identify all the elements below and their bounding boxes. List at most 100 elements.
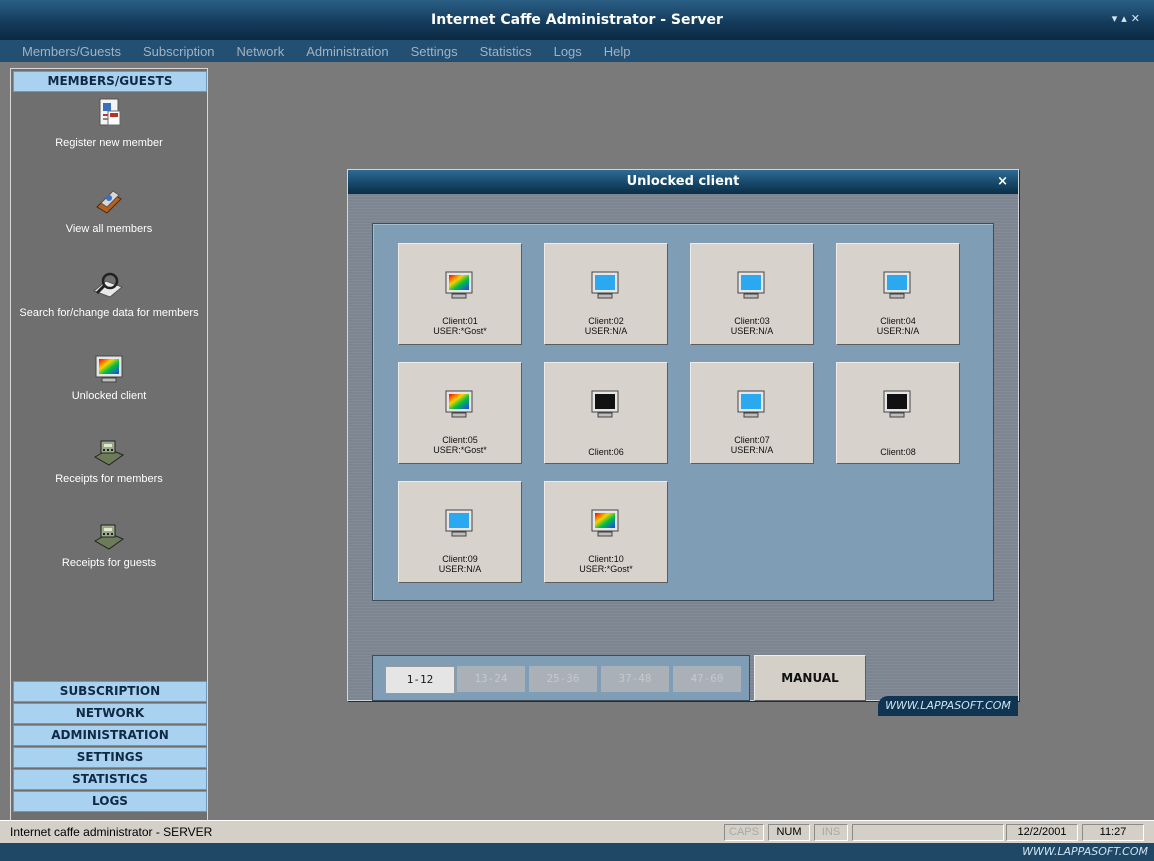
client-name: Client:09 (442, 554, 478, 564)
client-tile-06[interactable]: Client:06 (544, 362, 668, 464)
ins-indicator: INS (814, 824, 848, 841)
menu-settings[interactable]: Settings (411, 44, 458, 59)
page-button-13-24[interactable]: 13-24 (457, 666, 525, 692)
client-name: Client:02 (588, 316, 624, 326)
page-button-25-36[interactable]: 25-36 (529, 666, 597, 692)
sidebar-cat-network[interactable]: NETWORK (13, 703, 207, 724)
client-name: Client:06 (588, 447, 624, 457)
close-icon[interactable]: ✕ (1131, 12, 1144, 25)
page-button-47-60[interactable]: 47-60 (673, 666, 741, 692)
status-bar: Internet caffe administrator - SERVER CA… (0, 820, 1154, 843)
client-user: USER:N/A (584, 326, 628, 336)
minimize-icon[interactable]: ▾ (1112, 12, 1122, 25)
caps-indicator: CAPS (724, 824, 764, 841)
client-name: Client:08 (880, 447, 916, 457)
sidebar-cat-settings[interactable]: SETTINGS (13, 747, 207, 768)
client-user: USER:N/A (438, 564, 482, 574)
sidebar-header[interactable]: MEMBERS/GUESTS (13, 71, 207, 92)
window-controls[interactable]: ▾▴✕ (1112, 12, 1144, 25)
client-tile-04[interactable]: Client:04 USER:N/A (836, 243, 960, 345)
sidebar-item-label: Unlocked client (71, 390, 147, 402)
sidebar-item-label: Search for/change data for members (19, 307, 199, 319)
monitor-icon (591, 390, 619, 418)
window-title: Internet Caffe Administrator - Server (431, 12, 723, 28)
sidebar-item-label: View all members (65, 223, 153, 235)
footer-bar: WWW.LAPPASOFT.COM (0, 843, 1154, 861)
footer-brand: WWW.LAPPASOFT.COM (1022, 845, 1148, 858)
menu-bar: Members/Guests Subscription Network Admi… (0, 40, 1154, 62)
client-tile-05[interactable]: Client:05 USER:*Gost* (398, 362, 522, 464)
sidebar-cat-logs[interactable]: LOGS (13, 791, 207, 812)
dialog-brand: WWW.LAPPASOFT.COM (878, 696, 1018, 716)
members-list-icon (96, 190, 122, 214)
sidebar-item-receipts-members[interactable]: Receipts for members (11, 437, 207, 486)
maximize-icon[interactable]: ▴ (1121, 12, 1131, 25)
monitor-icon (883, 271, 911, 299)
member-card-icon (99, 98, 121, 126)
monitor-icon (591, 271, 619, 299)
monitor-icon (95, 355, 123, 383)
client-user: USER:N/A (730, 445, 774, 455)
monitor-icon (445, 271, 473, 299)
client-tile-09[interactable]: Client:09 USER:N/A (398, 481, 522, 583)
sidebar-cat-statistics[interactable]: STATISTICS (13, 769, 207, 790)
sidebar-item-search-members[interactable]: Search for/change data for members (11, 269, 207, 320)
client-user: USER:N/A (730, 326, 774, 336)
sidebar-cat-subscription[interactable]: SUBSCRIPTION (13, 681, 207, 702)
menu-network[interactable]: Network (237, 44, 285, 59)
client-user: USER:*Gost* (433, 445, 487, 455)
monitor-icon (737, 271, 765, 299)
sidebar-item-register-member[interactable]: Register new member (11, 97, 207, 150)
monitor-icon (591, 509, 619, 537)
page-button-37-48[interactable]: 37-48 (601, 666, 669, 692)
status-text: Internet caffe administrator - SERVER (10, 825, 213, 839)
menu-members-guests[interactable]: Members/Guests (22, 44, 121, 59)
monitor-icon (883, 390, 911, 418)
page-button-1-12[interactable]: 1-12 (385, 666, 455, 694)
monitor-icon (445, 390, 473, 418)
client-name: Client:04 (880, 316, 916, 326)
sidebar-item-label: Receipts for guests (61, 557, 157, 569)
client-user: USER:N/A (876, 326, 920, 336)
client-grid: Client:01 USER:*Gost* Client:02 USER:N/A… (372, 223, 994, 601)
client-user: USER:*Gost* (433, 326, 487, 336)
menu-administration[interactable]: Administration (306, 44, 388, 59)
client-name: Client:03 (734, 316, 770, 326)
title-bar: Internet Caffe Administrator - Server ▾▴… (0, 0, 1154, 41)
sidebar-item-receipts-guests[interactable]: Receipts for guests (11, 521, 207, 570)
client-tile-08[interactable]: Client:08 (836, 362, 960, 464)
client-tile-02[interactable]: Client:02 USER:N/A (544, 243, 668, 345)
sidebar-item-unlocked-client[interactable]: Unlocked client (11, 354, 207, 403)
sidebar-item-label: Register new member (55, 137, 163, 149)
client-tile-03[interactable]: Client:03 USER:N/A (690, 243, 814, 345)
search-magnifier-icon (93, 272, 123, 298)
page-selector: 1-12 13-24 25-36 37-48 47-60 (372, 655, 750, 701)
status-time: 11:27 (1082, 824, 1144, 841)
client-user: USER:*Gost* (579, 564, 633, 574)
dialog-title: Unlocked client (348, 170, 1018, 194)
sidebar-item-view-members[interactable]: View all members (11, 185, 207, 236)
status-date: 12/2/2001 (1006, 824, 1078, 841)
client-name: Client:07 (734, 435, 770, 445)
client-tile-10[interactable]: Client:10 USER:*Gost* (544, 481, 668, 583)
unlocked-client-dialog: Unlocked client × Client:01 USER:*Gost* … (347, 169, 1019, 701)
monitor-icon (445, 509, 473, 537)
cash-register-icon (93, 440, 125, 466)
client-name: Client:01 (442, 316, 478, 326)
dialog-close-icon[interactable]: × (997, 170, 1008, 194)
client-tile-01[interactable]: Client:01 USER:*Gost* (398, 243, 522, 345)
menu-help[interactable]: Help (604, 44, 631, 59)
num-indicator: NUM (768, 824, 810, 841)
sidebar: MEMBERS/GUESTS Register new member View … (10, 68, 208, 822)
client-name: Client:10 (588, 554, 624, 564)
menu-logs[interactable]: Logs (554, 44, 582, 59)
monitor-icon (737, 390, 765, 418)
menu-subscription[interactable]: Subscription (143, 44, 215, 59)
menu-statistics[interactable]: Statistics (480, 44, 532, 59)
manual-button[interactable]: MANUAL (754, 655, 866, 701)
status-spacer (852, 824, 1004, 841)
client-tile-07[interactable]: Client:07 USER:N/A (690, 362, 814, 464)
client-name: Client:05 (442, 435, 478, 445)
sidebar-cat-administration[interactable]: ADMINISTRATION (13, 725, 207, 746)
cash-register-icon (93, 524, 125, 550)
